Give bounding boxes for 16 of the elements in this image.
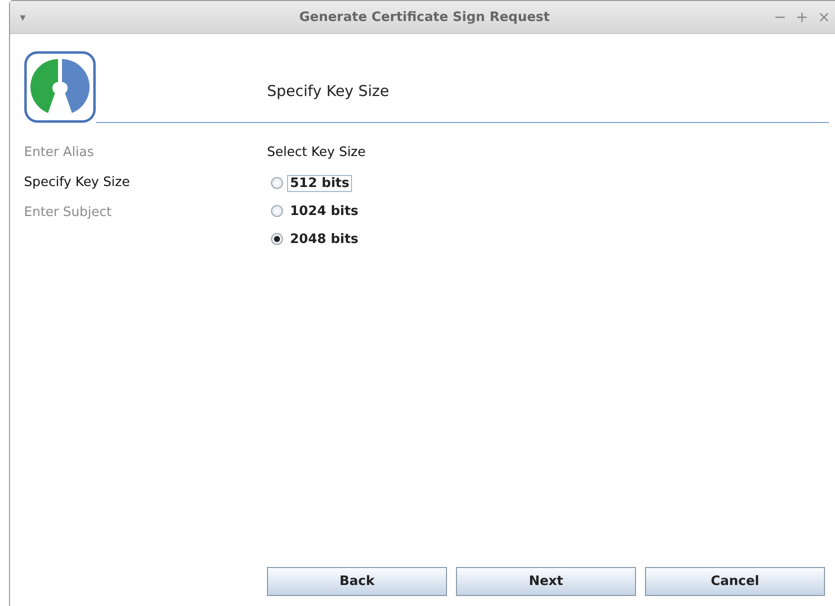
radio-label[interactable]: 1024 bits [287,202,362,220]
dialog-button[interactable]: Next [456,567,636,596]
wizard-step: Enter Alias [24,145,253,163]
section-label: Select Key Size [267,145,366,162]
key-logo-icon [24,51,96,123]
window-title: Generate Certificate Sign Request [298,10,551,24]
radio-button[interactable] [271,205,283,217]
page-heading: Specify Key Size [267,82,390,100]
radio-label[interactable]: 2048 bits [287,230,362,248]
radio-button[interactable] [271,233,283,245]
wizard-step: Specify Key Size [24,175,253,193]
dialog-button[interactable]: Cancel [645,567,825,596]
radio-button[interactable] [271,177,283,189]
radio-label[interactable]: 512 bits [287,174,352,192]
wizard-step: Enter Subject [24,205,253,223]
dialog-button[interactable]: Back [267,567,447,596]
